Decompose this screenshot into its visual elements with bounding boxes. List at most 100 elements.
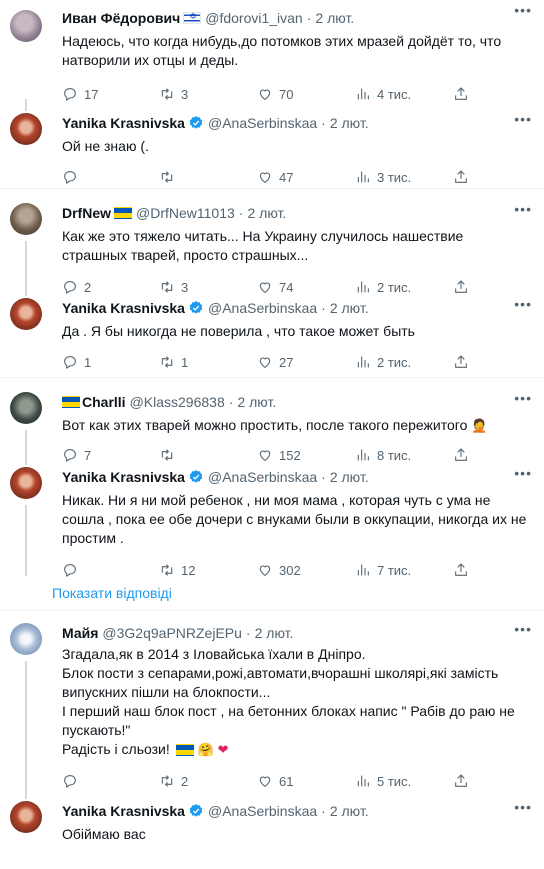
avatar[interactable] xyxy=(10,10,42,42)
retweet-count: 12 xyxy=(181,562,196,578)
author-handle[interactable]: @AnaSerbinskaa xyxy=(208,469,317,485)
tweet-date[interactable]: 2 лют. xyxy=(247,205,286,221)
author-name[interactable]: DrfNew xyxy=(62,205,111,221)
tweet-date[interactable]: 2 лют. xyxy=(315,10,354,26)
avatar[interactable] xyxy=(10,801,42,833)
author-handle[interactable]: @AnaSerbinskaa xyxy=(208,300,317,316)
tweet[interactable]: Yanika Krasnivska @AnaSerbinskaa · 2 лют… xyxy=(0,795,544,855)
tweet[interactable]: Иван Фёдорович @fdorovi1_ivan · 2 лют. •… xyxy=(0,0,544,102)
like-button[interactable]: 302 xyxy=(257,562,355,578)
like-button[interactable]: 47 xyxy=(257,169,355,185)
reply-button[interactable] xyxy=(62,169,159,185)
verified-badge-icon xyxy=(189,301,203,314)
verified-badge-icon xyxy=(189,470,203,483)
author-handle[interactable]: @fdorovi1_ivan xyxy=(205,10,303,26)
retweet-button[interactable]: 1 xyxy=(159,354,257,370)
israel-flag-icon xyxy=(183,11,202,24)
text-line-with-emoji: Радість і сльози! 🤗 ❤ xyxy=(62,740,522,759)
share-button[interactable] xyxy=(453,773,473,789)
tweet[interactable]: Charlli @Klass296838 · 2 лют. ••• Вот ка… xyxy=(0,378,544,463)
like-count: 61 xyxy=(279,773,294,789)
tweet[interactable]: Yanika Krasnivska @AnaSerbinskaa · 2 лют… xyxy=(0,461,544,578)
more-icon[interactable]: ••• xyxy=(514,799,532,815)
author-name[interactable]: Иван Фёдорович xyxy=(62,10,180,26)
views-button[interactable]: 3 тис. xyxy=(355,169,453,185)
retweet-count: 1 xyxy=(181,354,189,370)
tweet-date[interactable]: 2 лют. xyxy=(237,394,276,410)
reply-button[interactable]: 1 xyxy=(62,354,159,370)
retweet-icon xyxy=(161,775,173,787)
author-handle[interactable]: @Klass296838 xyxy=(130,394,225,410)
views-button[interactable]: 2 тис. xyxy=(355,354,453,370)
share-icon xyxy=(455,774,467,787)
author-name[interactable]: Charlli xyxy=(82,394,126,410)
reply-icon xyxy=(64,775,76,788)
author-handle[interactable]: @3G2q9aPNRZejEPu xyxy=(102,625,242,641)
tweet-date[interactable]: 2 лют. xyxy=(330,469,369,485)
retweet-button[interactable] xyxy=(159,169,257,185)
tweet-text: Ой не знаю (. xyxy=(62,138,149,154)
reply-button[interactable] xyxy=(62,773,159,789)
views-count: 3 тис. xyxy=(377,169,412,185)
tweet-date[interactable]: 2 лют. xyxy=(330,803,369,819)
reply-feed: Иван Фёдорович @fdorovi1_ivan · 2 лют. •… xyxy=(0,0,544,855)
author-name[interactable]: Yanika Krasnivska xyxy=(62,300,185,316)
reply-icon xyxy=(64,356,76,369)
tweet-date[interactable]: 2 лют. xyxy=(330,115,369,131)
tweet-actions: 1 1 27 2 тис. xyxy=(62,352,532,372)
avatar[interactable] xyxy=(10,623,42,655)
share-icon xyxy=(455,355,467,368)
tweet-text-row: Вот как этих тварей можно простить, посл… xyxy=(62,416,532,435)
views-button[interactable]: 5 тис. xyxy=(355,773,453,789)
retweet-button[interactable]: 12 xyxy=(159,562,257,578)
more-icon[interactable]: ••• xyxy=(514,111,532,127)
more-icon[interactable]: ••• xyxy=(514,390,532,406)
views-icon xyxy=(357,564,369,576)
text-line: І перший наш блок пост , на бетонних бло… xyxy=(62,703,515,738)
more-icon[interactable]: ••• xyxy=(514,201,532,217)
tweet[interactable]: Yanika Krasnivska @AnaSerbinskaa · 2 лют… xyxy=(0,292,544,377)
tweet-text: Никак. Ни я ни мой ребенок , ни моя мама… xyxy=(62,492,527,546)
views-icon xyxy=(357,171,369,183)
retweet-count: 2 xyxy=(181,773,189,789)
tweet[interactable]: Yanika Krasnivska @AnaSerbinskaa · 2 лют… xyxy=(0,99,544,188)
author-handle[interactable]: @AnaSerbinskaa xyxy=(208,803,317,819)
tweet-date[interactable]: 2 лют. xyxy=(330,300,369,316)
avatar[interactable] xyxy=(10,392,42,424)
tweet[interactable]: DrfNew @DrfNew11013 · 2 лют. ••• Как же … xyxy=(0,189,544,295)
verified-badge-icon xyxy=(189,116,203,129)
views-button[interactable]: 7 тис. xyxy=(355,562,453,578)
tweet[interactable]: Майя @3G2q9aPNRZejEPu · 2 лют. ••• Згада… xyxy=(0,611,544,795)
share-icon xyxy=(455,170,467,183)
text-line: Радість і сльози! xyxy=(62,741,170,757)
heart-icon xyxy=(259,172,271,183)
more-icon[interactable]: ••• xyxy=(514,465,532,481)
tweet-date[interactable]: 2 лют. xyxy=(255,625,294,641)
avatar[interactable] xyxy=(10,298,42,330)
author-handle[interactable]: @AnaSerbinskaa xyxy=(208,115,317,131)
like-count: 27 xyxy=(279,354,294,370)
more-icon[interactable]: ••• xyxy=(514,2,532,18)
share-button[interactable] xyxy=(453,169,473,185)
avatar[interactable] xyxy=(10,203,42,235)
like-count: 47 xyxy=(279,169,294,185)
avatar[interactable] xyxy=(10,113,42,145)
views-count: 7 тис. xyxy=(377,562,412,578)
more-icon[interactable]: ••• xyxy=(514,621,532,637)
reply-icon xyxy=(64,564,76,577)
avatar[interactable] xyxy=(10,467,42,499)
more-icon[interactable]: ••• xyxy=(514,296,532,312)
author-handle[interactable]: @DrfNew11013 xyxy=(136,205,235,221)
like-button[interactable]: 27 xyxy=(257,354,355,370)
like-button[interactable]: 61 xyxy=(257,773,355,789)
author-name[interactable]: Yanika Krasnivska xyxy=(62,803,185,819)
share-button[interactable] xyxy=(453,562,473,578)
views-count: 5 тис. xyxy=(377,773,412,789)
show-replies-link[interactable]: Показати відповіді xyxy=(0,576,544,610)
author-name[interactable]: Yanika Krasnivska xyxy=(62,115,185,131)
share-button[interactable] xyxy=(453,354,473,370)
author-name[interactable]: Майя xyxy=(62,625,98,641)
author-name[interactable]: Yanika Krasnivska xyxy=(62,469,185,485)
retweet-button[interactable]: 2 xyxy=(159,773,257,789)
reply-button[interactable] xyxy=(62,562,159,578)
